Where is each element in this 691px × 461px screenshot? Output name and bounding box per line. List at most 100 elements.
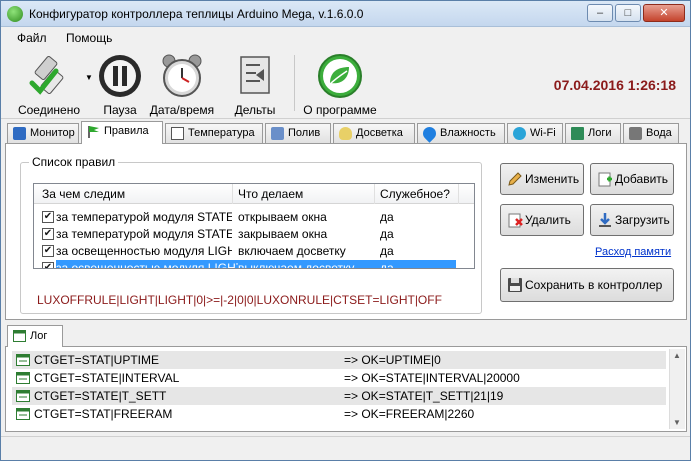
save-button-label: Сохранить в контроллер — [525, 278, 663, 292]
tab-temperature[interactable]: Температура — [165, 123, 263, 143]
deltas-icon — [240, 56, 270, 94]
watering-icon — [271, 127, 284, 140]
tab-temperature-label: Температура — [188, 127, 255, 139]
tab-monitor[interactable]: Монитор — [7, 123, 79, 143]
maximize-button[interactable]: □ — [615, 4, 641, 22]
connect-button[interactable]: Соединено — [11, 53, 87, 117]
rule-watch: за температурой модуля STATE — [56, 227, 232, 241]
log-row: CTGET=STATE|T_SETT => OK=STATE|T_SETT|21… — [12, 387, 666, 405]
usb-connected-icon — [29, 56, 64, 95]
rule-checkbox[interactable]: ✔ — [42, 262, 54, 268]
log-scrollbar[interactable]: ▲ ▼ — [669, 349, 685, 429]
rule-checkbox[interactable]: ✔ — [42, 245, 54, 257]
scroll-up-icon[interactable]: ▲ — [673, 351, 681, 360]
rule-checkbox[interactable]: ✔ — [42, 228, 54, 240]
status-bar — [1, 436, 690, 460]
menu-help[interactable]: Помощь — [66, 31, 112, 45]
log-command: CTGET=STATE|T_SETT — [34, 389, 167, 403]
column-divider — [458, 184, 459, 204]
tab-wifi[interactable]: Wi-Fi — [507, 123, 563, 143]
current-datetime: 07.04.2016 1:26:18 — [553, 77, 676, 93]
log-row: CTGET=STAT|FREERAM => OK=FREERAM|2260 — [12, 405, 666, 423]
window-title: Конфигуратор контроллера теплицы Arduino… — [29, 7, 364, 21]
flag-icon — [88, 126, 99, 138]
delete-button[interactable]: Удалить — [500, 204, 584, 236]
tab-water[interactable]: Вода — [623, 123, 679, 143]
rule-checkbox[interactable]: ✔ — [42, 211, 54, 223]
column-watch[interactable]: За чем следим — [42, 187, 125, 201]
about-label: О программе — [303, 103, 377, 117]
memory-usage-link[interactable]: Расход памяти — [595, 246, 671, 258]
rule-service: да — [380, 210, 394, 224]
rule-row[interactable]: ✔ за температурой модуля STATE открываем… — [34, 209, 474, 226]
datetime-label: Дата/время — [149, 103, 215, 117]
rule-action: выключаем досветку — [238, 260, 380, 268]
floppy-disk-icon — [508, 278, 522, 292]
load-button-label: Загрузить — [615, 213, 670, 227]
datetime-button[interactable]: Дата/время — [147, 53, 217, 117]
alarm-clock-icon — [162, 54, 202, 97]
tab-logs-label: Логи — [588, 127, 612, 139]
add-button[interactable]: Добавить — [590, 163, 674, 195]
log-tab-icon — [13, 330, 26, 342]
close-button[interactable]: ✕ — [643, 4, 685, 22]
load-button[interactable]: Загрузить — [590, 204, 674, 236]
column-divider — [374, 184, 375, 204]
log-icon — [571, 127, 584, 140]
tab-watering[interactable]: Полив — [265, 123, 331, 143]
rules-list[interactable]: За чем следим Что делаем Служебное? ✔ за… — [33, 183, 475, 269]
save-to-controller-button[interactable]: Сохранить в контроллер — [500, 268, 674, 302]
log-command: CTGET=STAT|UPTIME — [34, 353, 160, 367]
tab-log[interactable]: Лог — [7, 325, 63, 347]
rule-watch: за освещенностью модуля LIGHT — [56, 244, 232, 258]
log-response: => OK=UPTIME|0 — [344, 353, 441, 367]
lamp-icon — [339, 127, 352, 140]
pencil-icon — [508, 172, 522, 186]
rule-service: да — [380, 227, 394, 241]
tab-lighting-label: Досветка — [356, 127, 403, 139]
tab-humidity[interactable]: Влажность — [417, 123, 505, 143]
rule-action: закрываем окна — [238, 227, 328, 241]
log-row: CTGET=STATE|INTERVAL => OK=STATE|INTERVA… — [12, 369, 666, 387]
rule-service: да — [380, 244, 394, 258]
log-entry-icon — [16, 372, 30, 384]
toolbar-separator — [294, 55, 295, 111]
log-command: CTGET=STATE|INTERVAL — [34, 371, 180, 385]
add-button-label: Добавить — [615, 172, 669, 186]
tab-logs[interactable]: Логи — [565, 123, 621, 143]
pause-button[interactable]: Пауза — [93, 53, 147, 117]
delete-button-label: Удалить — [525, 213, 571, 227]
rules-list-header: За чем следим Что делаем Служебное? — [34, 184, 474, 204]
title-bar[interactable]: Конфигуратор контроллера теплицы Arduino… — [1, 1, 690, 27]
rules-group-title: Список правил — [29, 155, 119, 169]
deltas-button[interactable]: Дельты — [225, 53, 285, 117]
rule-row[interactable]: ✔ за температурой модуля STATE закрываем… — [34, 226, 474, 243]
edit-button[interactable]: Изменить — [500, 163, 584, 195]
log-response: => OK=STATE|INTERVAL|20000 — [344, 371, 520, 385]
tab-log-label: Лог — [30, 330, 48, 342]
about-button[interactable]: О программе — [299, 53, 381, 117]
log-response: => OK=FREERAM|2260 — [344, 407, 475, 421]
minimize-button[interactable]: – — [587, 4, 613, 22]
rule-row[interactable]: ✔ за освещенностью модуля LIGHT включаем… — [34, 243, 474, 260]
main-tabs: Монитор Правила Температура Полив Досвет… — [5, 121, 688, 144]
tab-lighting[interactable]: Досветка — [333, 123, 415, 143]
app-leaf-icon — [7, 6, 23, 22]
tab-rules[interactable]: Правила — [81, 121, 163, 144]
column-action[interactable]: Что делаем — [238, 187, 303, 201]
tab-water-label: Вода — [646, 127, 672, 139]
tab-humidity-label: Влажность — [440, 127, 496, 139]
scroll-down-icon[interactable]: ▼ — [673, 418, 681, 427]
selected-rule-string: LUXOFFRULE|LIGHT|LIGHT|0|>=|-2|0|0|LUXON… — [37, 293, 442, 307]
column-service[interactable]: Служебное? — [380, 187, 450, 201]
toolbar: Соединено ▼ Пауза Дата/время Дельты О пр… — [1, 49, 690, 119]
rule-watch: за освещенностью модуля LIGHT — [56, 260, 238, 268]
log-panel[interactable]: CTGET=STAT|UPTIME => OK=UPTIME|0 CTGET=S… — [5, 346, 687, 432]
rule-row-selected[interactable]: ✔ за освещенностью модуля LIGHT выключае… — [34, 260, 474, 268]
menu-file[interactable]: Файл — [17, 31, 47, 45]
edit-button-label: Изменить — [525, 172, 580, 186]
thermometer-icon — [171, 127, 184, 140]
menu-bar: Файл Помощь — [1, 27, 690, 49]
log-command: CTGET=STAT|FREERAM — [34, 407, 173, 421]
deltas-label: Дельты — [234, 103, 276, 117]
